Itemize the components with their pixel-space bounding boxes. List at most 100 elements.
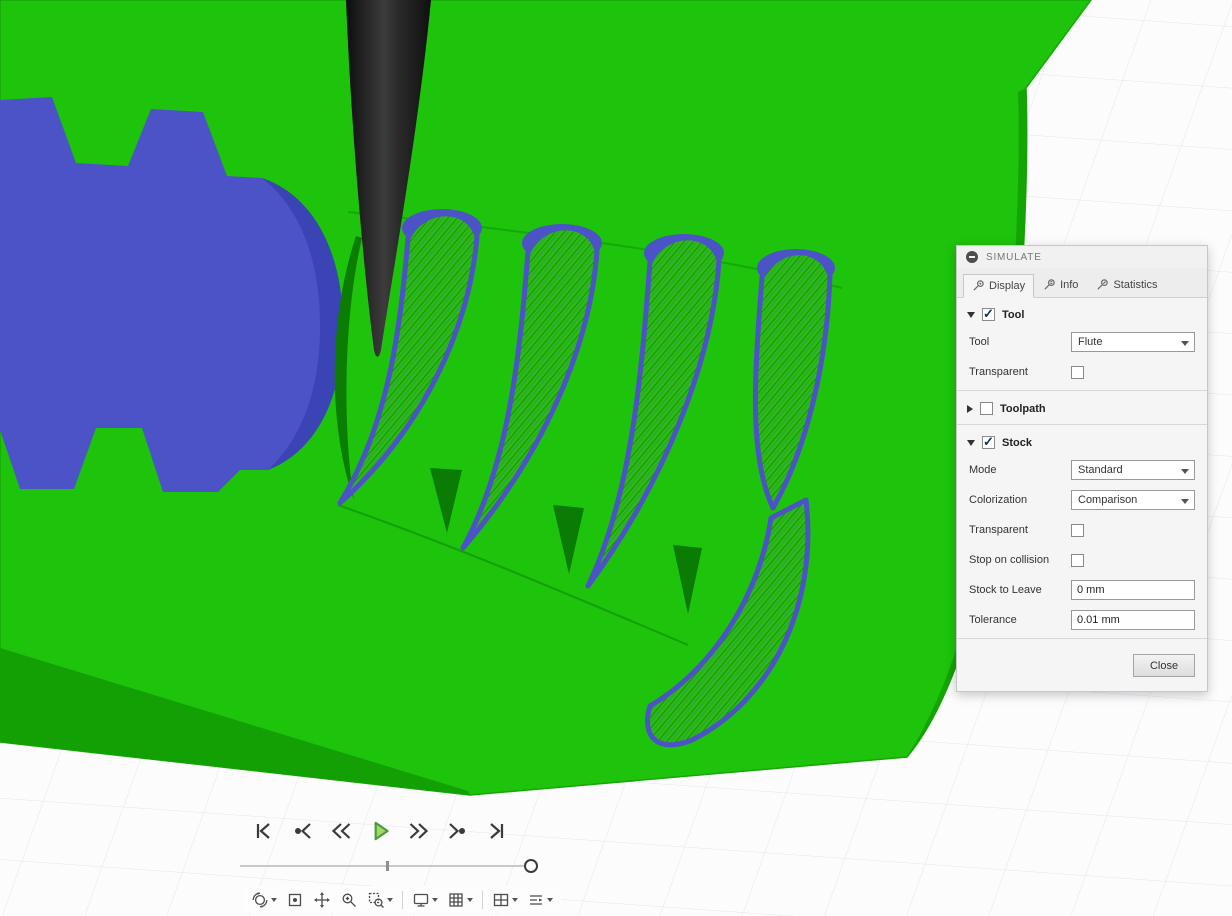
- tab-label: Statistics: [1113, 278, 1158, 291]
- stock-colorization-row: Colorization Comparison: [957, 485, 1207, 515]
- skip-to-end-icon: [490, 823, 504, 839]
- skip-to-start-button[interactable]: [250, 817, 276, 845]
- rewind-button[interactable]: [328, 817, 354, 845]
- expand-triangle-icon[interactable]: [967, 404, 973, 413]
- tab-label: Info: [1060, 278, 1079, 291]
- toolpath-visible-checkbox[interactable]: [980, 402, 993, 415]
- section-label: Tool: [1002, 308, 1025, 321]
- panel-tabs: Display Info Statistics: [957, 268, 1207, 298]
- tool-section-header[interactable]: Tool: [957, 300, 1207, 327]
- divider: [957, 638, 1207, 639]
- chevron-down-icon: [512, 897, 518, 902]
- field-label: Mode: [969, 464, 997, 476]
- fast-forward-button[interactable]: [406, 817, 432, 845]
- pan-button[interactable]: [310, 888, 334, 912]
- chevron-down-icon: [547, 897, 553, 902]
- orbit-icon: [252, 891, 268, 908]
- zoom-icon: [342, 893, 356, 907]
- viewports-icon: [493, 893, 509, 906]
- orbit-button[interactable]: [248, 888, 280, 912]
- divider: [957, 424, 1207, 425]
- grid-icon: [449, 892, 463, 907]
- chevron-down-icon: [387, 897, 393, 902]
- tab-statistics[interactable]: Statistics: [1087, 273, 1166, 297]
- close-button[interactable]: Close: [1133, 654, 1195, 677]
- collapse-panel-icon[interactable]: [966, 251, 978, 263]
- tolerance-row: Tolerance: [957, 605, 1207, 635]
- tool-row: Tool Flute: [957, 327, 1207, 357]
- collapse-triangle-icon[interactable]: [967, 311, 975, 318]
- step-forward-icon: [449, 823, 465, 839]
- toolbar-separator: [482, 890, 483, 909]
- dropdown-value: Comparison: [1078, 494, 1138, 506]
- display-settings-icon: [413, 893, 429, 907]
- look-at-button[interactable]: [283, 888, 307, 912]
- field-label: Colorization: [969, 494, 1028, 506]
- field-label: Tool: [969, 336, 990, 348]
- field-label: Transparent: [969, 366, 1028, 378]
- stock-to-leave-input[interactable]: [1071, 580, 1195, 600]
- step-back-icon: [295, 823, 311, 839]
- panel-header[interactable]: SIMULATE: [957, 246, 1207, 268]
- toolbar-separator: [402, 890, 403, 909]
- chevron-down-icon: [1181, 469, 1189, 474]
- dropdown-value: Flute: [1078, 336, 1103, 348]
- tab-info[interactable]: Info: [1034, 273, 1087, 297]
- field-label: Tolerance: [969, 614, 1017, 626]
- tool-transparent-row: Transparent: [957, 357, 1207, 387]
- skip-to-end-button[interactable]: [484, 817, 510, 845]
- step-forward-button[interactable]: [445, 817, 471, 845]
- pan-icon: [314, 891, 330, 908]
- play-button[interactable]: [367, 817, 393, 845]
- play-icon: [374, 821, 389, 841]
- stock-visible-checkbox[interactable]: [982, 434, 995, 450]
- stock-mode-row: Mode Standard: [957, 455, 1207, 485]
- simulate-panel: SIMULATE Display Info Statistics ✓ Tool …: [956, 245, 1208, 692]
- panel-body: Tool Tool Flute Transparent Tool: [957, 298, 1207, 691]
- fast-forward-icon: [409, 823, 429, 839]
- stock-to-leave-row: Stock to Leave: [957, 575, 1207, 605]
- grid-and-snaps-button[interactable]: [444, 888, 476, 912]
- chevron-down-icon: [467, 897, 473, 902]
- timeline-marker: [386, 861, 389, 871]
- steps-icon: [530, 894, 543, 905]
- panel-footer: Close: [957, 642, 1207, 691]
- rewind-icon: [331, 823, 351, 839]
- stop-on-collision-checkbox[interactable]: [1071, 553, 1084, 567]
- viewports-button[interactable]: [489, 888, 521, 912]
- toolpath-section-header[interactable]: Toolpath: [957, 394, 1207, 421]
- field-label: Stock to Leave: [969, 584, 1042, 596]
- view-toolbar: [243, 886, 561, 913]
- stock-mode-dropdown[interactable]: Standard: [1071, 460, 1195, 480]
- zoom-button[interactable]: [337, 888, 361, 912]
- application-window: SIMULATE Display Info Statistics ✓ Tool …: [0, 0, 1232, 916]
- tab-display[interactable]: Display: [963, 274, 1035, 298]
- panel-title: SIMULATE: [986, 251, 1042, 263]
- collapse-triangle-icon[interactable]: [967, 439, 975, 446]
- display-settings-button[interactable]: [409, 888, 441, 912]
- tolerance-input[interactable]: [1071, 610, 1195, 630]
- dropdown-value: Standard: [1078, 464, 1123, 476]
- chevron-down-icon: [432, 897, 438, 902]
- timeline-handle[interactable]: [524, 859, 538, 873]
- tab-label: Display: [989, 279, 1026, 292]
- tool-dropdown[interactable]: Flute: [1071, 332, 1195, 352]
- fit-icon: [368, 892, 384, 908]
- look-at-icon: [288, 893, 302, 906]
- stock-section-header[interactable]: Stock: [957, 428, 1207, 455]
- skip-to-start-icon: [256, 823, 270, 839]
- stock-transparent-checkbox[interactable]: [1071, 523, 1084, 537]
- display-tab-icon: [973, 280, 984, 291]
- steps-settings-button[interactable]: [524, 888, 556, 912]
- chevron-down-icon: [1181, 341, 1189, 346]
- simulation-timeline[interactable]: [240, 858, 540, 874]
- info-tab-icon: [1044, 279, 1055, 290]
- field-label: Transparent: [969, 524, 1028, 536]
- field-label: Stop on collision: [969, 554, 1050, 566]
- stock-colorization-dropdown[interactable]: Comparison: [1071, 490, 1195, 510]
- fit-button[interactable]: [364, 888, 396, 912]
- tool-transparent-checkbox[interactable]: [1071, 365, 1084, 379]
- step-back-button[interactable]: [289, 817, 315, 845]
- tool-visible-checkbox[interactable]: [982, 306, 995, 322]
- statistics-tab-icon: [1097, 279, 1109, 290]
